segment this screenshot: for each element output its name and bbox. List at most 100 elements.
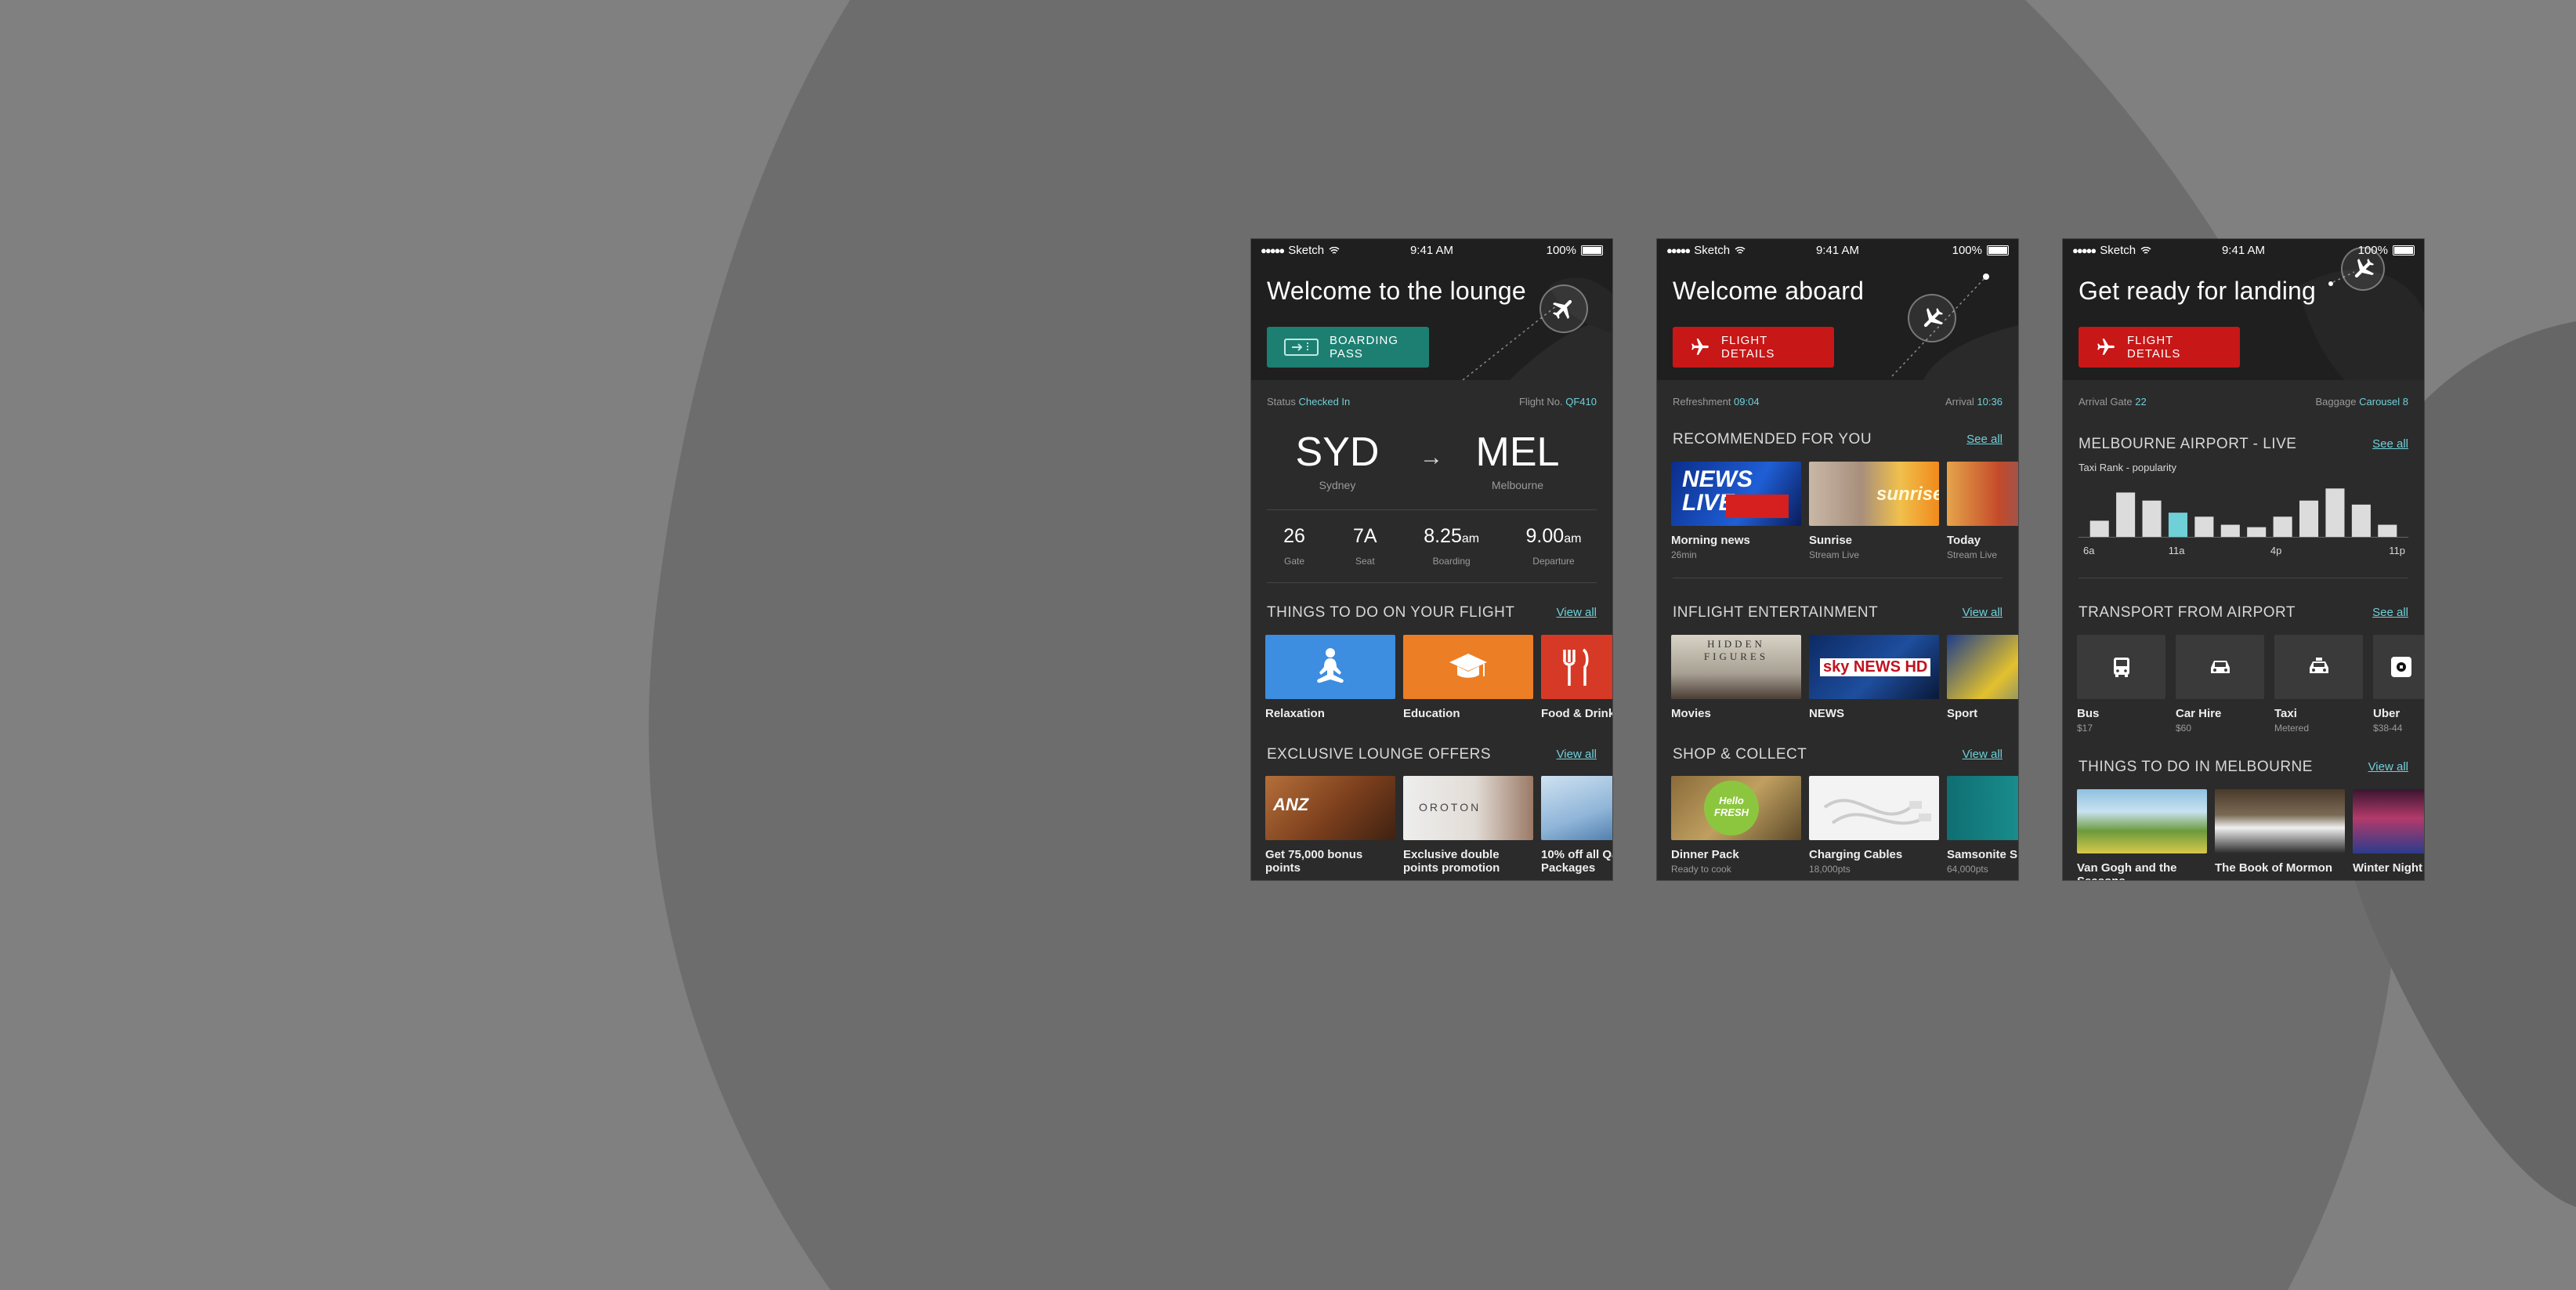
- plane-badge-icon[interactable]: [1539, 284, 1588, 333]
- offer-image: OROTON: [1403, 776, 1533, 840]
- battery-icon: [1987, 245, 2009, 255]
- taxi-popularity-chart: 6a 11a 4p 11p: [2079, 488, 2408, 556]
- flight-details-label: FLIGHT DETAILS: [2127, 334, 2181, 361]
- graduation-cap-icon: [1449, 654, 1487, 678]
- page-title: Get ready for landing: [2079, 277, 2317, 305]
- section-title-things: THINGS TO DO ON YOUR FLIGHT: [1267, 604, 1515, 621]
- gate-stat: 26 Gate: [1283, 525, 1305, 567]
- flight-details-button[interactable]: FLIGHT DETAILS: [2079, 327, 2240, 368]
- card-today[interactable]: Today Stream Live: [1947, 462, 2018, 560]
- things-carousel[interactable]: Relaxation Education Food & Drink: [1265, 635, 1612, 720]
- chart-tick-label: 6a: [2083, 545, 2095, 556]
- card-sport[interactable]: Sport: [1947, 635, 2018, 720]
- chart-bar: [2378, 524, 2397, 537]
- chart-bar: [2168, 513, 2187, 537]
- section-title-transport: TRANSPORT FROM AIRPORT: [2079, 604, 2296, 621]
- battery-percent: 100%: [1546, 244, 1576, 257]
- flight-times-row: Refreshment 09:04 Arrival 10:36: [1673, 396, 2003, 408]
- offer-image: ANZ: [1265, 776, 1395, 840]
- tile-food-drink[interactable]: Food & Drink: [1541, 635, 1612, 720]
- view-all-offers-link[interactable]: View all: [1557, 748, 1597, 761]
- melbourne-carousel[interactable]: Van Gogh and the Seasons The Book of Mor…: [2077, 789, 2424, 880]
- origin-city: Sydney: [1319, 479, 1356, 491]
- offers-carousel[interactable]: ANZ Get 75,000 bonus points OROTON Exclu…: [1265, 776, 1612, 875]
- chart-bar: [2089, 520, 2109, 537]
- flight-number-label: Flight No.: [1518, 396, 1563, 408]
- see-all-transport-link[interactable]: See all: [2372, 606, 2408, 619]
- card-news[interactable]: sky NEWS HD NEWS: [1809, 635, 1939, 720]
- view-all-shop-link[interactable]: View all: [1963, 748, 2003, 761]
- offer-card-ski[interactable]: 10% off all Qantas Ski Packages: [1541, 776, 1612, 875]
- flight-number-value: QF410: [1565, 396, 1597, 408]
- plane-badge-icon[interactable]: [2341, 247, 2385, 291]
- chart-bar: [2194, 516, 2214, 537]
- sky-news-logo: sky NEWS HD: [1820, 658, 1931, 676]
- transport-carousel[interactable]: Bus $17 Car Hire $60 Taxi Metered Uber $…: [2077, 635, 2424, 734]
- see-all-recommended-link[interactable]: See all: [1966, 433, 2003, 446]
- flight-details-button[interactable]: FLIGHT DETAILS: [1673, 327, 1834, 368]
- recommended-carousel[interactable]: NEWS LIVE Morning news 26min sunrise Sun…: [1671, 462, 2018, 560]
- flight-stats: 26 Gate 7A Seat 8.25am Boarding 9.00am Depar…: [1267, 525, 1597, 567]
- card-morning-news[interactable]: NEWS LIVE Morning news 26min: [1671, 462, 1801, 560]
- view-all-melbourne-link[interactable]: View all: [2368, 760, 2408, 774]
- plane-icon: [2096, 339, 2116, 356]
- uber-icon: [2391, 657, 2411, 677]
- chart-bar: [2273, 516, 2292, 537]
- boarding-pass-button[interactable]: BOARDING PASS: [1267, 327, 1429, 368]
- bus-icon: [2113, 658, 2129, 677]
- offer-card-oroton[interactable]: OROTON Exclusive double points promotion: [1403, 776, 1533, 875]
- card-sunrise[interactable]: sunrise Sunrise Stream Live: [1809, 462, 1939, 560]
- destination-city: Melbourne: [1491, 479, 1544, 491]
- chart-tick-label: 11a: [2169, 545, 2185, 556]
- plane-icon: [1690, 339, 1710, 356]
- section-title-offers: EXCLUSIVE LOUNGE OFFERS: [1267, 746, 1492, 763]
- cable-image: [1823, 799, 1931, 825]
- lounge-screen: ●●●●● Sketch 9:41 AM 100% Welcome to the …: [1251, 239, 1612, 880]
- offer-card-anz[interactable]: ANZ Get 75,000 bonus points: [1265, 776, 1395, 875]
- card-van-gogh[interactable]: Van Gogh and the Seasons: [2077, 789, 2207, 880]
- chart-title: Taxi Rank - popularity: [2079, 462, 2176, 473]
- transport-car-hire[interactable]: Car Hire $60: [2176, 635, 2264, 734]
- transport-uber[interactable]: Uber $38-44: [2373, 635, 2424, 734]
- boarding-stat: 8.25am Boarding: [1424, 525, 1480, 567]
- see-all-airport-link[interactable]: See all: [2372, 437, 2408, 451]
- chart-bar: [2325, 488, 2345, 537]
- section-title-melbourne: THINGS TO DO IN MELBOURNE: [2079, 759, 2313, 775]
- seat-stat: 7A Seat: [1353, 525, 1377, 567]
- entertainment-carousel[interactable]: HIDDEN FIGURES Movies sky NEWS HD NEWS S…: [1671, 635, 2018, 720]
- live-banner: [1726, 495, 1789, 518]
- chart-tick-label: 11p: [2389, 545, 2405, 556]
- flight-details-label: FLIGHT DETAILS: [1721, 334, 1775, 361]
- card-charging-cables[interactable]: Charging Cables 18,000pts: [1809, 776, 1939, 875]
- hero-banner: ●●●●● Sketch 9:41 AM 100% Welcome aboard …: [1657, 239, 2018, 380]
- page-title: Welcome to the lounge: [1267, 277, 1526, 305]
- route-arrow-icon: →: [1420, 444, 1443, 470]
- card-dinner-pack[interactable]: Hello FRESH Dinner Pack Ready to cook: [1671, 776, 1801, 875]
- status-value: Checked In: [1298, 396, 1351, 408]
- section-title-shop: SHOP & COLLECT: [1673, 746, 1807, 763]
- transport-taxi[interactable]: Taxi Metered: [2274, 635, 2363, 734]
- landing-screen: ●●●●● Sketch 9:41 AM 100% Get ready for l…: [2063, 239, 2424, 880]
- view-all-entertainment-link[interactable]: View all: [1963, 606, 2003, 619]
- sunrise-logo: sunrise: [1876, 484, 1939, 505]
- boarding-pass-label: BOARDING PASS: [1330, 334, 1399, 361]
- transport-bus[interactable]: Bus $17: [2077, 635, 2165, 734]
- shop-carousel[interactable]: Hello FRESH Dinner Pack Ready to cook Ch…: [1671, 776, 2018, 875]
- ticket-icon: [1284, 339, 1319, 356]
- offer-image: [1541, 776, 1612, 840]
- divider: [1267, 509, 1597, 510]
- card-winter-night[interactable]: Winter Night: [2353, 789, 2424, 880]
- plane-badge-icon[interactable]: [1908, 294, 1956, 342]
- arrival-info-row: Arrival Gate 22 Baggage Carousel 8: [2079, 396, 2408, 408]
- battery-icon: [1581, 245, 1603, 255]
- onboard-screen: ●●●●● Sketch 9:41 AM 100% Welcome aboard …: [1657, 239, 2018, 880]
- view-all-things-link[interactable]: View all: [1557, 606, 1597, 619]
- card-book-of-mormon[interactable]: The Book of Mormon: [2215, 789, 2345, 880]
- tile-relaxation[interactable]: Relaxation: [1265, 635, 1395, 720]
- chart-tick-label: 4p: [2270, 545, 2281, 556]
- card-samsonite[interactable]: Samsonite S 64,000pts: [1947, 776, 2018, 875]
- battery-icon: [2393, 245, 2415, 255]
- tile-education[interactable]: Education: [1403, 635, 1533, 720]
- card-movies[interactable]: HIDDEN FIGURES Movies: [1671, 635, 1801, 720]
- divider: [1267, 582, 1597, 583]
